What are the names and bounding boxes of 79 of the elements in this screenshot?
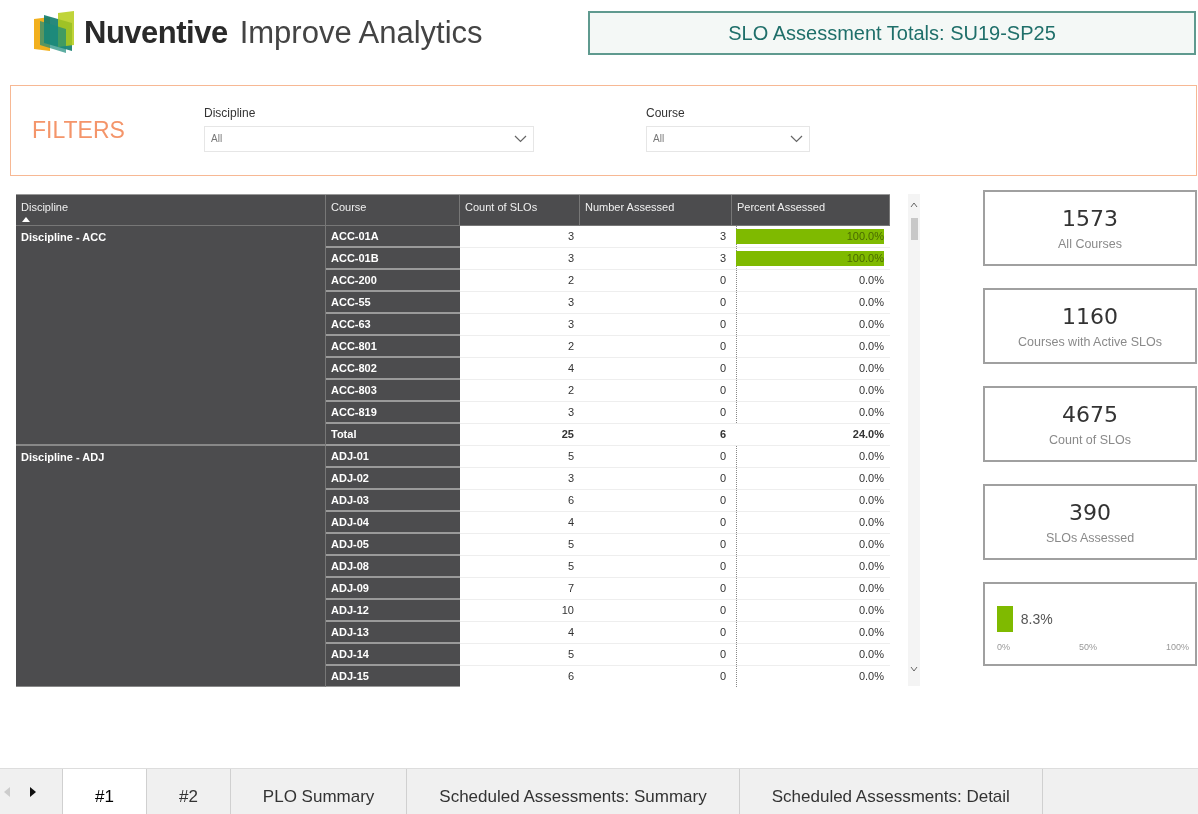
page-tab[interactable]: #1	[62, 769, 147, 814]
table-cell: 0.0%	[858, 560, 884, 572]
scroll-up-icon[interactable]	[910, 202, 918, 208]
filter-dropdown[interactable]: All	[204, 125, 534, 152]
filter-label: Discipline	[204, 105, 257, 120]
table-cell: ACC-63	[326, 314, 460, 336]
table-cell: ADJ-02	[326, 468, 460, 490]
logo-product: Improve Analytics	[239, 15, 483, 51]
gauge-tick: 100%	[1165, 642, 1189, 652]
logo-icon	[32, 11, 76, 55]
gauge-tick: 0%	[997, 642, 1010, 652]
gauge-reading: 8.3%	[1020, 611, 1053, 627]
table-cell: 0.0%	[858, 296, 884, 308]
table-cell: ADJ-14	[326, 644, 460, 666]
table-cell: 0.0%	[858, 406, 884, 418]
table-cell: ADJ-08	[326, 556, 460, 578]
table-cell: ACC-01B	[326, 248, 460, 270]
report-title: SLO Assessment Totals: SU19-SP25	[588, 11, 1196, 55]
table-cell: ADJ-12	[326, 600, 460, 622]
kpi-label: SLOs Assessed	[1045, 530, 1135, 545]
table-cell: ACC-803	[326, 380, 460, 402]
chevron-down-icon	[514, 134, 527, 143]
table-cell: 100.0%	[846, 252, 884, 264]
table-cell: ADJ-04	[326, 512, 460, 534]
table-cell: 0.0%	[858, 318, 884, 330]
table-cell: ACC-200	[326, 270, 460, 292]
scrollbar[interactable]	[908, 194, 920, 686]
filters-title: FILTERS	[32, 117, 126, 144]
chevron-down-icon	[790, 134, 803, 143]
table-cell: 0.0%	[858, 670, 884, 682]
table-cell: 0.0%	[858, 450, 884, 462]
table-cell: Discipline - ADJ	[16, 446, 326, 687]
table-cell: 0.0%	[858, 582, 884, 594]
table-cell: ACC-819	[326, 402, 460, 424]
table-cell: 0.0%	[858, 274, 884, 286]
table-cell: 0.0%	[858, 626, 884, 638]
table-cell: ADJ-01	[326, 446, 460, 468]
column-header[interactable]: Count of SLOs	[460, 195, 580, 226]
table-cell: 0.0%	[858, 604, 884, 616]
table-cell: 0.0%	[858, 472, 884, 484]
table-cell: 0.0%	[858, 516, 884, 528]
column-header[interactable]: Number Assessed	[580, 195, 732, 226]
table-cell: ADJ-03	[326, 490, 460, 512]
table-cell: Total	[326, 424, 460, 446]
scroll-down-icon[interactable]	[910, 666, 918, 672]
table-cell: 0.0%	[858, 494, 884, 506]
table-cell: ADJ-15	[326, 666, 460, 687]
table-cell: ACC-801	[326, 336, 460, 358]
sort-icon	[22, 217, 30, 222]
scroll-thumb[interactable]	[911, 218, 918, 240]
kpi-label: Count of SLOs	[1049, 432, 1131, 447]
gauge-tick: 50%	[1079, 642, 1097, 652]
column-header[interactable]: Course	[326, 195, 460, 226]
filter-label: Course	[646, 105, 686, 120]
table-cell: 100.0%	[846, 230, 884, 242]
table-cell: 0.0%	[858, 362, 884, 374]
table-cell: ADJ-09	[326, 578, 460, 600]
kpi-value: 390	[1069, 499, 1111, 525]
table-cell: 0.0%	[858, 384, 884, 396]
table-cell: 0.0%	[858, 648, 884, 660]
kpi-value: 1573	[1062, 205, 1118, 231]
column-header[interactable]: Percent Assessed	[732, 195, 890, 226]
kpi-value: 4675	[1062, 401, 1118, 427]
table-cell: ADJ-05	[326, 534, 460, 556]
filter-dropdown[interactable]: All	[646, 125, 810, 152]
table-cell: 0.0%	[858, 538, 884, 550]
table-cell: 24.0%	[852, 428, 884, 440]
kpi-value: 1160	[1062, 303, 1118, 329]
next-icon[interactable]	[30, 786, 36, 797]
table-cell: Discipline - ACC	[16, 226, 326, 446]
kpi-label: Courses with Active SLOs	[1018, 334, 1162, 349]
kpi-label: All Courses	[1058, 236, 1122, 251]
logo-brand: Nuventive	[84, 15, 228, 51]
table-cell: ADJ-13	[326, 622, 460, 644]
table-cell: ACC-55	[326, 292, 460, 314]
table-cell: ACC-01A	[326, 226, 460, 248]
column-header[interactable]: Discipline	[16, 195, 326, 226]
table-cell: ACC-802	[326, 358, 460, 380]
table-cell: 0.0%	[858, 340, 884, 352]
